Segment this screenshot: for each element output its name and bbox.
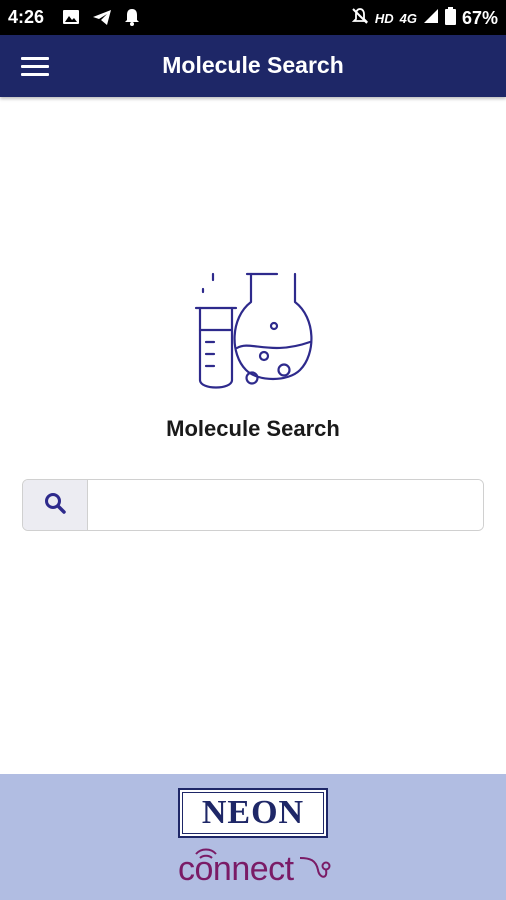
app-bar-title: Molecule Search xyxy=(162,52,344,78)
signal-icon xyxy=(423,8,439,29)
status-bar: 4:26 HD 4G 67% xyxy=(0,0,506,35)
search-input[interactable] xyxy=(88,480,483,530)
app-screen: 4:26 HD 4G 67% Molecule Search Molecule … xyxy=(0,0,506,900)
signal-type-label: 4G xyxy=(399,11,417,26)
page-heading: Molecule Search xyxy=(166,416,340,441)
search-button[interactable] xyxy=(23,480,88,530)
footer: NEON connect xyxy=(0,774,506,900)
notification-bell-icon xyxy=(124,8,140,31)
connect-logo: connect xyxy=(178,840,338,890)
brand-logo: NEON xyxy=(178,788,328,838)
battery-percent: 67% xyxy=(461,8,498,28)
app-bar: Molecule Search xyxy=(0,35,506,97)
status-notification-icons xyxy=(62,8,140,31)
status-time: 4:26 xyxy=(8,7,45,27)
silent-icon xyxy=(351,7,369,30)
battery-icon xyxy=(444,7,456,30)
network-type-label: HD xyxy=(374,11,394,26)
brand-name: NEON xyxy=(201,794,305,831)
search-box xyxy=(22,479,484,531)
lab-flask-icon xyxy=(190,270,316,406)
image-icon xyxy=(62,9,80,30)
svg-text:connect: connect xyxy=(178,850,295,888)
search-icon xyxy=(43,491,67,520)
telegram-icon xyxy=(92,9,112,31)
status-system-icons: HD 4G 67% xyxy=(351,7,498,30)
